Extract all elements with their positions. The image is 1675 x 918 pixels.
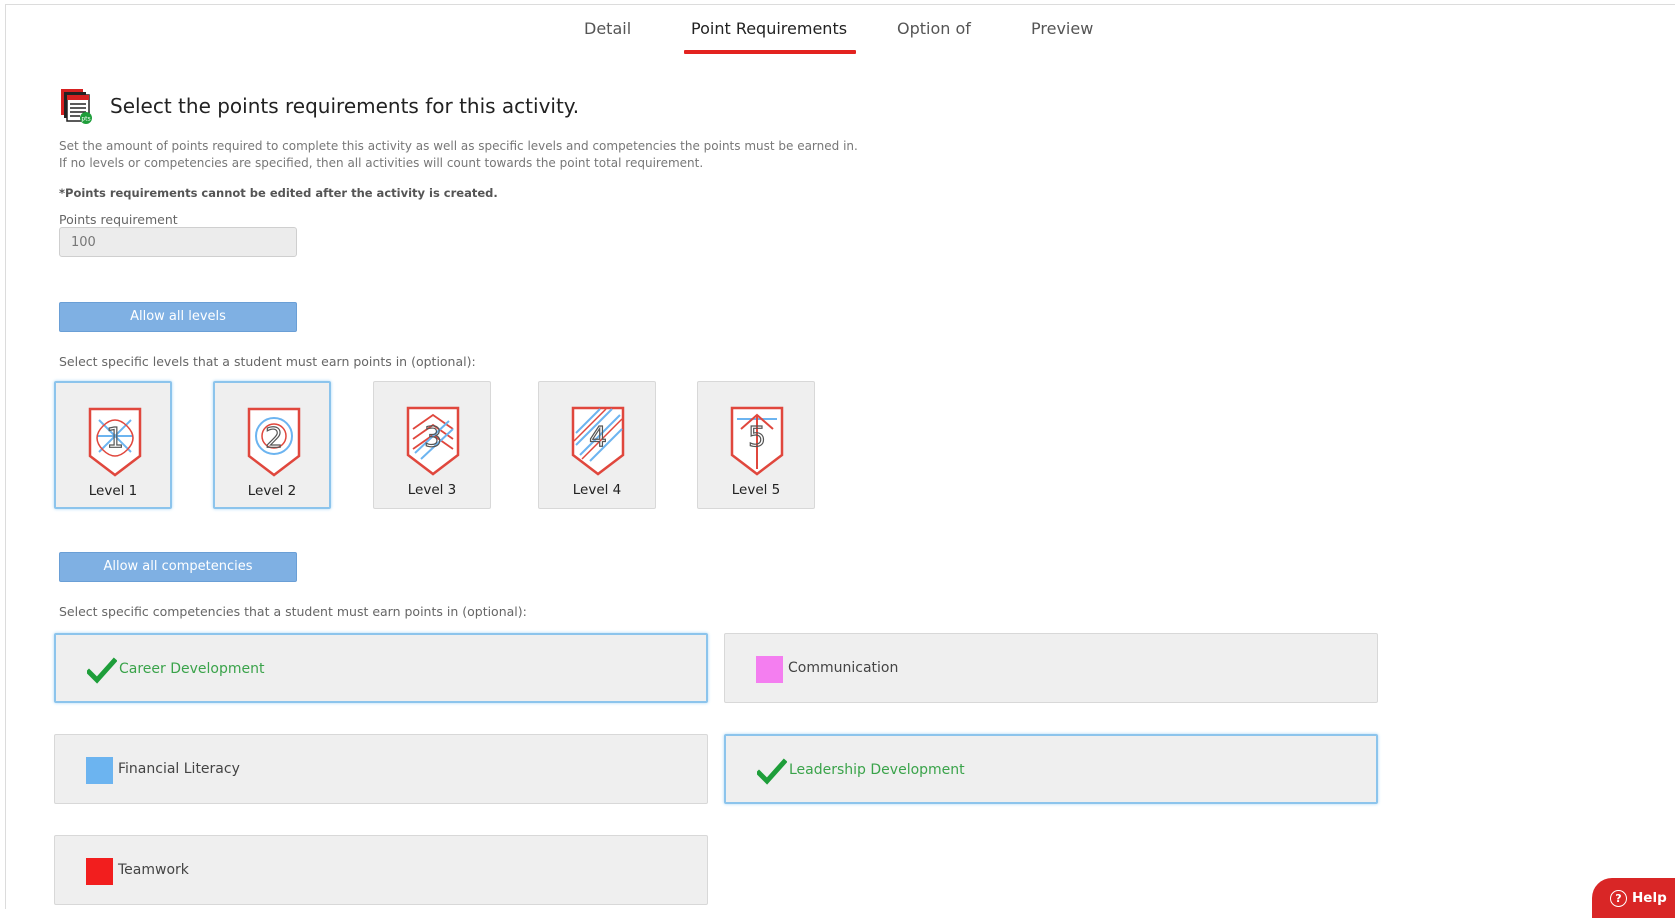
level-card-5[interactable]: 5 Level 5	[697, 381, 815, 509]
points-stack-icon: pts	[61, 89, 92, 124]
tab-option-of[interactable]: Option of	[897, 19, 971, 38]
levels-prompt: Select specific levels that a student mu…	[59, 354, 476, 369]
tab-bar: Detail Point Requirements Option of Prev…	[6, 5, 1675, 54]
help-label: Help	[1632, 890, 1667, 906]
svg-text:5: 5	[748, 420, 766, 453]
competency-card-financial-literacy[interactable]: Financial Literacy	[54, 734, 708, 804]
active-tab-indicator	[684, 50, 856, 54]
app-frame: Detail Point Requirements Option of Prev…	[5, 4, 1675, 909]
page-title: Select the points requirements for this …	[110, 94, 580, 118]
edit-warning-note: *Points requirements cannot be edited af…	[59, 186, 498, 200]
svg-text:1: 1	[106, 421, 124, 454]
competency-card-communication[interactable]: Communication	[724, 633, 1378, 703]
competency-label: Financial Literacy	[118, 761, 240, 777]
competency-label: Career Development	[119, 661, 265, 677]
competency-label: Teamwork	[118, 862, 189, 878]
level-4-badge-icon: 4	[571, 406, 625, 476]
color-swatch-icon	[86, 757, 113, 784]
points-requirement-label: Points requirement	[59, 212, 178, 227]
competency-label: Leadership Development	[789, 762, 965, 778]
description-line-1: Set the amount of points required to com…	[59, 139, 858, 153]
competency-card-career-development[interactable]: Career Development	[54, 633, 708, 703]
level-1-badge-icon: 1	[88, 407, 142, 477]
level-label: Level 4	[572, 482, 622, 498]
checkmark-icon	[87, 657, 117, 684]
competency-card-leadership-development[interactable]: Leadership Development	[724, 734, 1378, 804]
tab-preview[interactable]: Preview	[1031, 19, 1093, 38]
svg-text:2: 2	[265, 421, 283, 454]
level-label: Level 2	[247, 483, 297, 499]
question-circle-icon: ?	[1610, 890, 1627, 907]
color-swatch-icon	[756, 656, 783, 683]
level-label: Level 5	[731, 482, 781, 498]
competency-card-teamwork[interactable]: Teamwork	[54, 835, 708, 905]
level-card-3[interactable]: 3 Level 3	[373, 381, 491, 509]
level-2-badge-icon: 2	[247, 407, 301, 477]
level-label: Level 1	[88, 483, 138, 499]
description-line-2: If no levels or competencies are specifi…	[59, 156, 704, 170]
allow-all-levels-button[interactable]: Allow all levels	[59, 302, 297, 332]
svg-text:4: 4	[589, 420, 607, 453]
competency-label: Communication	[788, 660, 899, 676]
color-swatch-icon	[86, 858, 113, 885]
svg-text:pts: pts	[81, 116, 90, 123]
points-requirement-input[interactable]	[59, 227, 297, 257]
tab-point-requirements[interactable]: Point Requirements	[691, 19, 847, 38]
checkmark-icon	[757, 758, 787, 785]
level-3-badge-icon: 3	[406, 406, 460, 476]
level-card-4[interactable]: 4 Level 4	[538, 381, 656, 509]
level-label: Level 3	[407, 482, 457, 498]
level-card-2[interactable]: 2 Level 2	[213, 381, 331, 509]
help-button[interactable]: ? Help	[1592, 878, 1675, 918]
level-5-badge-icon: 5	[730, 406, 784, 476]
competencies-prompt: Select specific competencies that a stud…	[59, 604, 527, 619]
tab-detail[interactable]: Detail	[584, 19, 631, 38]
svg-text:3: 3	[424, 420, 442, 453]
level-card-1[interactable]: 1 Level 1	[54, 381, 172, 509]
allow-all-competencies-button[interactable]: Allow all competencies	[59, 552, 297, 582]
